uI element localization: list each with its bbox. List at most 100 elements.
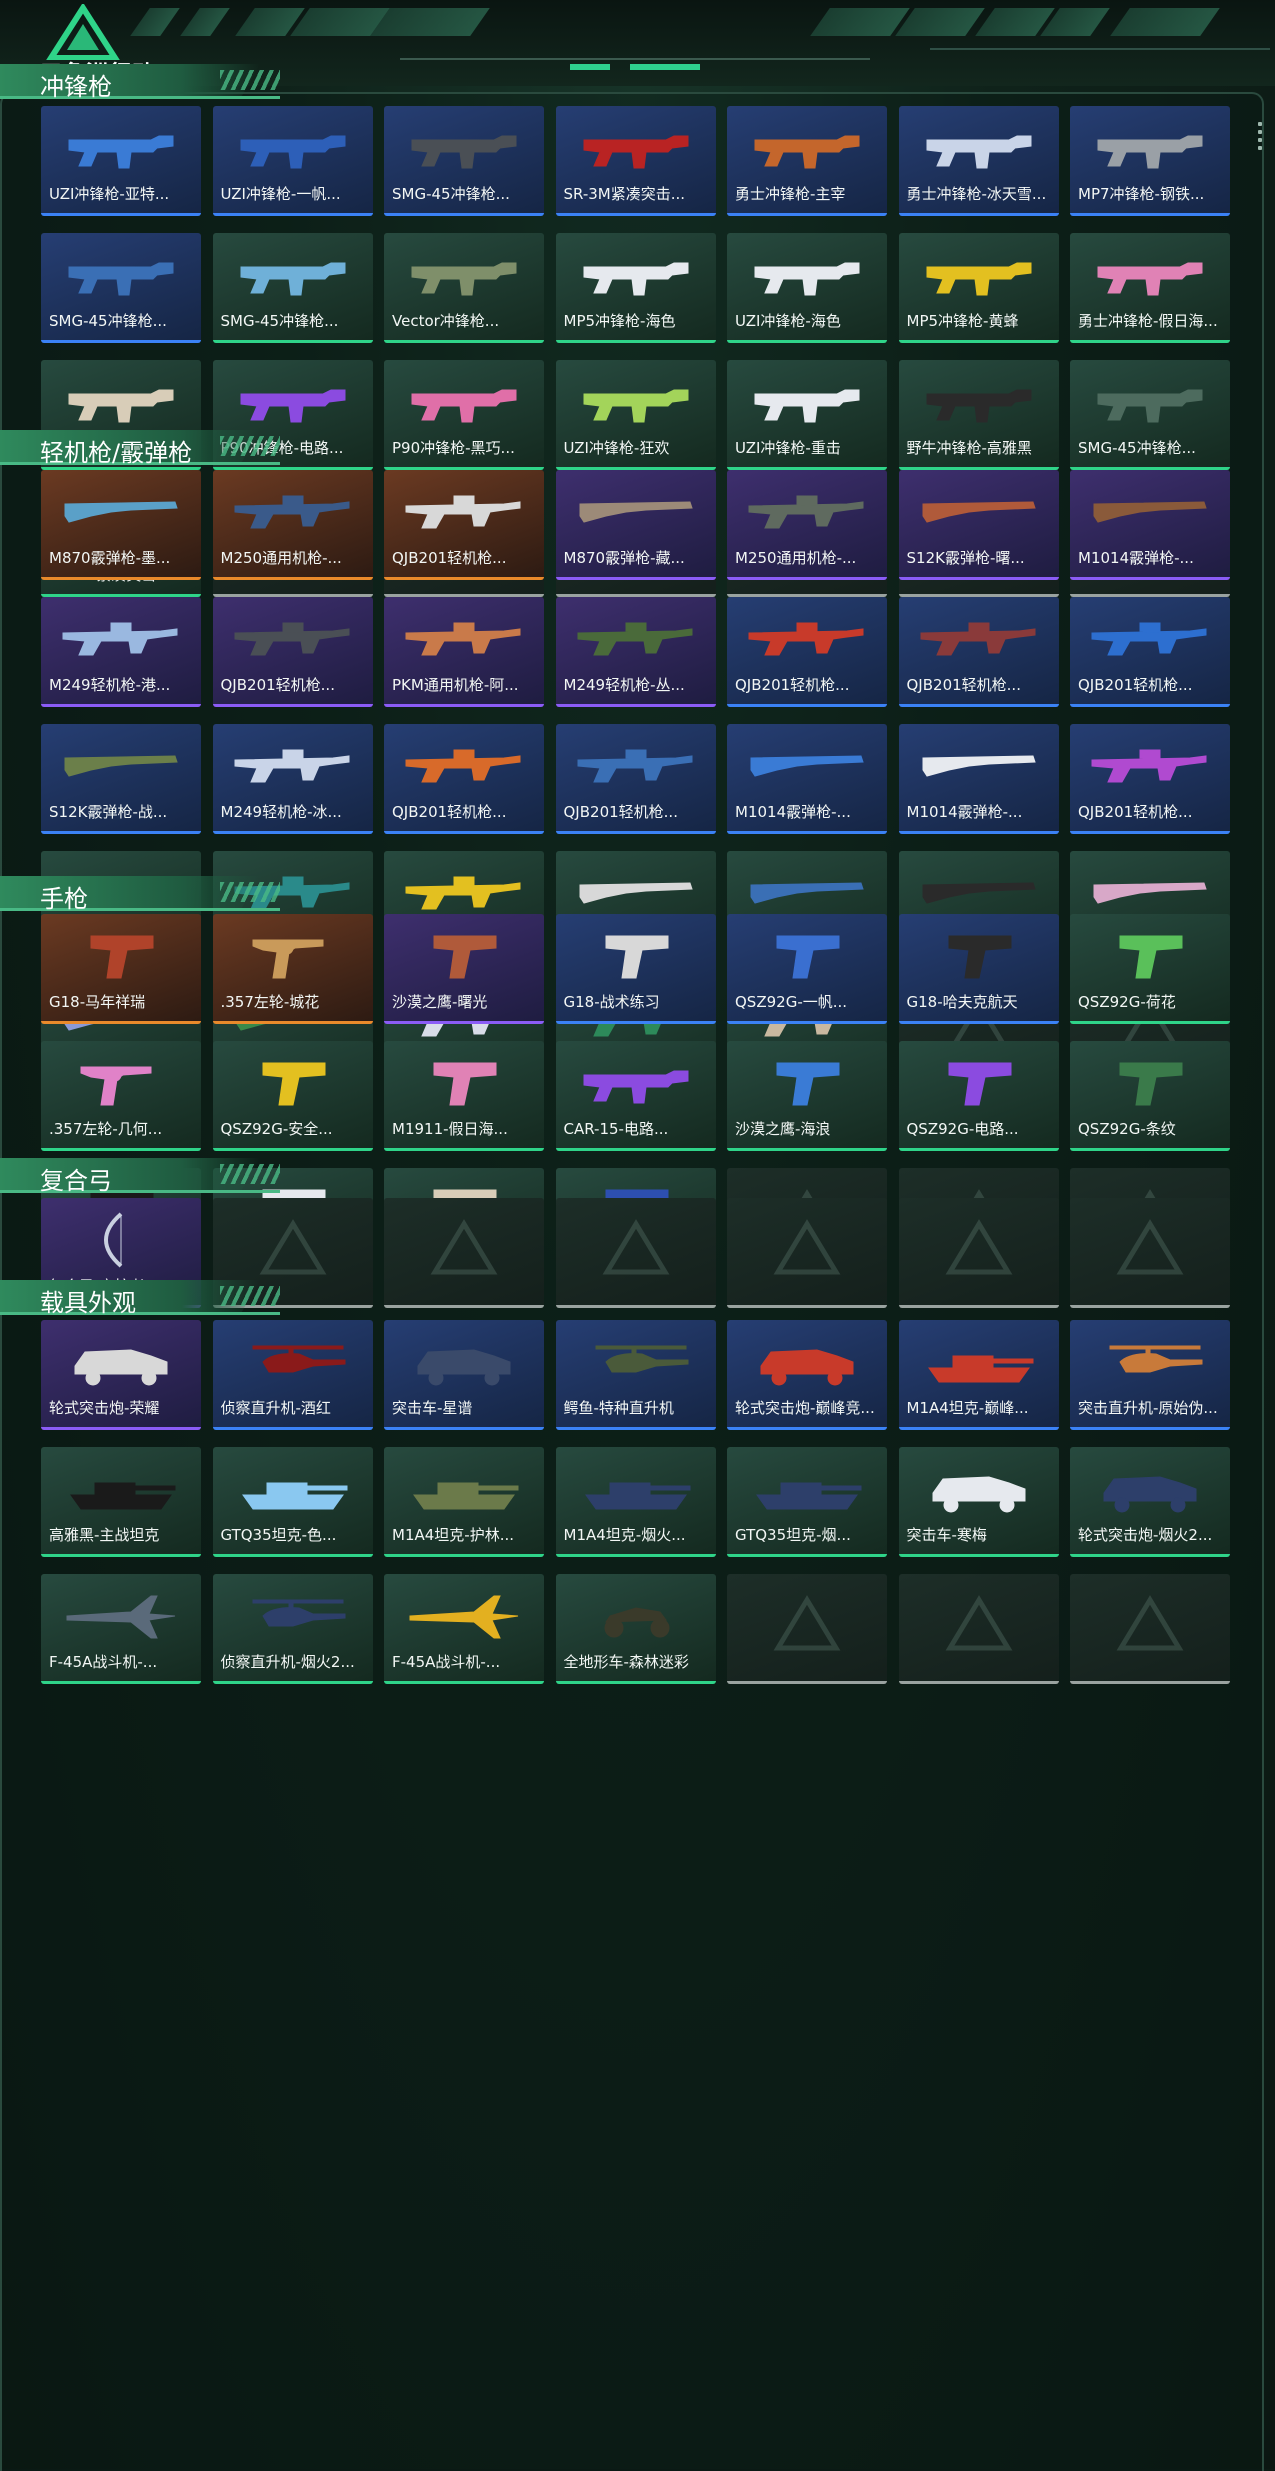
skin-card[interactable]: UZI冲锋枪-海色: [727, 233, 887, 343]
skin-card[interactable]: 侦察直升机-酒红: [212, 1320, 373, 1430]
vehicle-icon: [1090, 1459, 1210, 1519]
shotgun-icon: [61, 736, 181, 796]
skin-card[interactable]: 突击直升机-原始伪...: [1070, 1320, 1230, 1430]
skin-card[interactable]: UZI冲锋枪-狂欢: [555, 360, 716, 470]
skin-card[interactable]: M870霰弹枪-藏...: [555, 470, 716, 580]
skin-card[interactable]: M250通用机枪-...: [727, 470, 887, 580]
skin-name: 轮式突击炮-巅峰竞...: [735, 1399, 875, 1417]
skin-card[interactable]: M1A4坦克-护林...: [384, 1447, 544, 1557]
skin-card[interactable]: QJB201轻机枪...: [727, 597, 887, 707]
skin-card[interactable]: 勇士冲锋枪-冰天雪...: [898, 106, 1059, 216]
skin-card[interactable]: 高雅黑-主战坦克: [41, 1447, 201, 1557]
skin-card[interactable]: SMG-45冲锋枪...: [41, 233, 201, 343]
rarity-bar: [212, 831, 373, 834]
skin-card[interactable]: 沙漠之鹰-海浪: [727, 1041, 887, 1151]
skin-card[interactable]: M249轻机枪-丛...: [555, 597, 716, 707]
skin-card[interactable]: MP7冲锋枪-钢铁...: [1070, 106, 1230, 216]
skin-name: QSZ92G-电路...: [906, 1120, 1019, 1138]
skin-card[interactable]: QJB201轻机枪...: [1070, 597, 1230, 707]
scrollbar-handle[interactable]: [1258, 122, 1262, 152]
skin-card[interactable]: SMG-45冲锋枪...: [384, 106, 544, 216]
skin-card[interactable]: M250通用机枪-...: [212, 470, 373, 580]
rarity-bar: [555, 1427, 716, 1430]
skin-card[interactable]: QSZ92G-条纹: [1070, 1041, 1230, 1151]
skin-card[interactable]: UZI冲锋枪-亚特...: [41, 106, 201, 216]
skin-card[interactable]: 鳄鱼-特种直升机: [555, 1320, 716, 1430]
skin-card[interactable]: M249轻机枪-港...: [41, 597, 201, 707]
skin-card[interactable]: QJB201轻机枪...: [384, 724, 544, 834]
skin-card[interactable]: M1911-假日海...: [384, 1041, 544, 1151]
skin-card[interactable]: 勇士冲锋枪-假日海...: [1070, 233, 1230, 343]
skin-card[interactable]: M1014霰弹枪-...: [727, 724, 887, 834]
skin-name: MP5冲锋枪-海色: [563, 312, 676, 330]
skin-card[interactable]: QJB201轻机枪...: [898, 597, 1059, 707]
skin-card[interactable]: M1A4坦克-巅峰...: [898, 1320, 1059, 1430]
skin-card[interactable]: CAR-15-电路...: [555, 1041, 716, 1151]
skin-card[interactable]: M249轻机枪-冰...: [212, 724, 373, 834]
skin-card[interactable]: G18-哈夫克航天: [898, 914, 1059, 1024]
skin-card[interactable]: QJB201轻机枪...: [384, 470, 544, 580]
skin-card[interactable]: GTQ35坦克-烟...: [727, 1447, 887, 1557]
skin-card[interactable]: Vector冲锋枪...: [384, 233, 544, 343]
rarity-bar: [898, 704, 1059, 707]
skin-card[interactable]: F-45A战斗机-...: [41, 1574, 201, 1684]
skin-card[interactable]: 轮式突击炮-荣耀: [41, 1320, 201, 1430]
smg-icon: [919, 245, 1039, 305]
skin-card[interactable]: P90冲锋枪-黑巧...: [384, 360, 544, 470]
skin-card[interactable]: MP5冲锋枪-海色: [555, 233, 716, 343]
skin-card[interactable]: G18-战术练习: [555, 914, 716, 1024]
skin-card[interactable]: GTQ35坦克-色...: [212, 1447, 373, 1557]
skin-name: M1A4坦克-护林...: [392, 1526, 515, 1544]
pistol-icon: [747, 1053, 867, 1113]
skin-card[interactable]: QJB201轻机枪...: [1070, 724, 1230, 834]
skin-card[interactable]: QSZ92G-一帆...: [727, 914, 887, 1024]
skin-card[interactable]: QJB201轻机枪...: [555, 724, 716, 834]
skin-card[interactable]: S12K霰弹枪-战...: [41, 724, 201, 834]
skin-card[interactable]: F-45A战斗机-...: [384, 1574, 544, 1684]
skin-card[interactable]: SR-3M紧凑突击...: [555, 106, 716, 216]
skin-card[interactable]: UZI冲锋枪-重击: [727, 360, 887, 470]
skin-card[interactable]: QJB201轻机枪...: [212, 597, 373, 707]
skin-card[interactable]: S12K霰弹枪-曙...: [898, 470, 1059, 580]
rarity-bar: [1070, 1427, 1230, 1430]
skin-card[interactable]: 轮式突击炮-烟火2...: [1070, 1447, 1230, 1557]
skin-card[interactable]: 突击车-寒梅: [898, 1447, 1059, 1557]
lmg-icon: [1090, 609, 1210, 669]
rarity-bar: [555, 577, 716, 580]
skin-name: G18-哈夫克航天: [906, 993, 1018, 1011]
smg-icon: [576, 245, 696, 305]
skin-card[interactable]: 突击车-星谱: [384, 1320, 544, 1430]
smg-icon: [1090, 372, 1210, 432]
skin-card[interactable]: M1A4坦克-烟火...: [555, 1447, 716, 1557]
skin-card[interactable]: PKM通用机枪-阿...: [384, 597, 544, 707]
pistol-icon: [404, 926, 524, 986]
skin-card[interactable]: M1014霰弹枪-...: [898, 724, 1059, 834]
skin-card[interactable]: G18-马年祥瑞: [41, 914, 201, 1024]
skin-card[interactable]: .357左轮-几何...: [41, 1041, 201, 1151]
rarity-bar: [727, 704, 887, 707]
rarity-bar: [384, 1021, 544, 1024]
skin-card[interactable]: SMG-45冲锋枪...: [212, 233, 373, 343]
skin-card[interactable]: 野牛冲锋枪-高雅黑: [898, 360, 1059, 470]
skin-card[interactable]: M870霰弹枪-墨...: [41, 470, 201, 580]
skin-card[interactable]: 沙漠之鹰-曙光: [384, 914, 544, 1024]
app-frame: 三角洲行动 冲锋枪UZI冲锋枪-亚特...UZI冲锋枪-一帆...SMG-45冲…: [0, 0, 1275, 2471]
skin-card[interactable]: SMG-45冲锋枪...: [1070, 360, 1230, 470]
skin-card[interactable]: M1014霰弹枪-...: [1070, 470, 1230, 580]
rarity-bar: [898, 577, 1059, 580]
skin-card[interactable]: QSZ92G-电路...: [898, 1041, 1059, 1151]
skin-card[interactable]: QSZ92G-荷花: [1070, 914, 1230, 1024]
skin-card[interactable]: MP5冲锋枪-黄蜂: [898, 233, 1059, 343]
rarity-bar: [41, 213, 201, 216]
skin-card[interactable]: QSZ92G-安全...: [212, 1041, 373, 1151]
smg-icon: [404, 118, 524, 178]
skin-card[interactable]: .357左轮-城花: [212, 914, 373, 1024]
skin-card[interactable]: 轮式突击炮-巅峰竞...: [727, 1320, 887, 1430]
helicopter-icon: [1090, 1332, 1210, 1392]
shotgun-icon: [919, 482, 1039, 542]
skin-name: 轮式突击炮-烟火2...: [1078, 1526, 1213, 1544]
skin-card[interactable]: 全地形车-森林迷彩: [555, 1574, 716, 1684]
skin-card[interactable]: 侦察直升机-烟火2...: [212, 1574, 373, 1684]
skin-card[interactable]: UZI冲锋枪-一帆...: [212, 106, 373, 216]
skin-card[interactable]: 勇士冲锋枪-主宰: [727, 106, 887, 216]
